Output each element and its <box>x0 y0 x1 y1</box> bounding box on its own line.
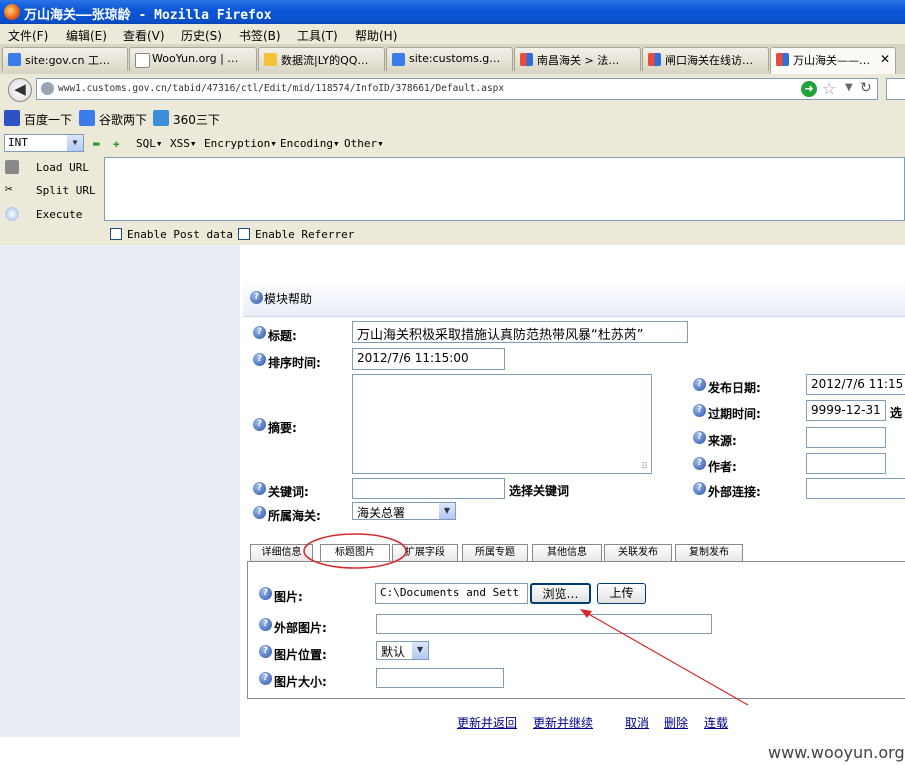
highlight-ellipse <box>303 533 407 569</box>
annotation-overlay <box>303 533 749 706</box>
watermark: www.wooyun.org <box>768 743 905 762</box>
annotation-arrow <box>584 611 749 706</box>
arrowhead <box>580 609 592 618</box>
update-and-return-link[interactable]: 更新并返回 <box>457 714 517 731</box>
serialize-link[interactable]: 连载 <box>704 714 728 731</box>
update-and-continue-link[interactable]: 更新并继续 <box>533 714 593 731</box>
delete-link[interactable]: 删除 <box>664 714 688 731</box>
cancel-link[interactable]: 取消 <box>625 714 649 731</box>
